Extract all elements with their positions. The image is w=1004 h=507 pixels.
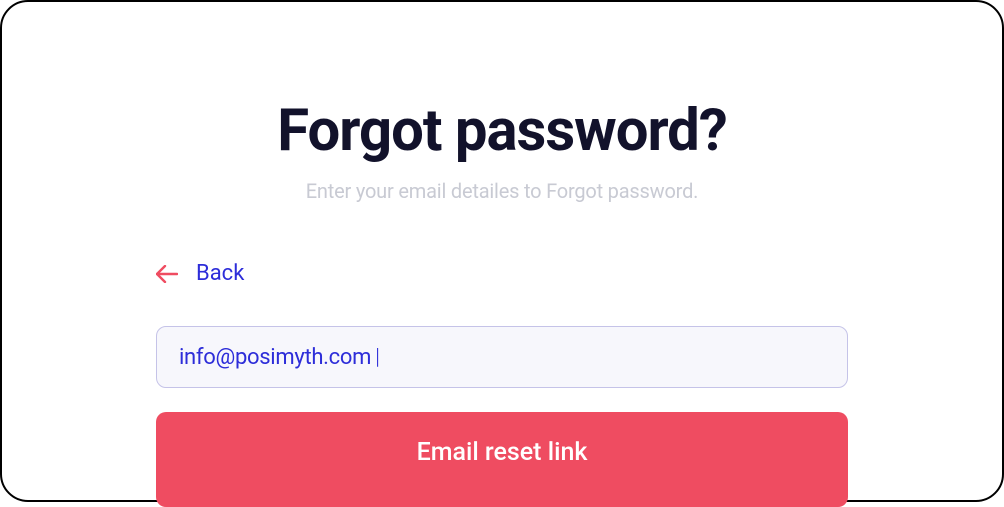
- email-value: info@posimyth.com: [179, 345, 371, 370]
- page-subtitle: Enter your email detailes to Forgot pass…: [2, 179, 1002, 203]
- email-reset-link-button[interactable]: Email reset link: [156, 412, 848, 507]
- page-title: Forgot password?: [2, 97, 1002, 165]
- back-label: Back: [196, 261, 244, 286]
- text-caret: |: [375, 345, 380, 370]
- form-area: Back info@posimyth.com| Email reset link: [156, 261, 848, 507]
- forgot-password-card: Forgot password? Enter your email detail…: [0, 0, 1004, 502]
- arrow-left-icon: [156, 263, 178, 285]
- back-button[interactable]: Back: [156, 261, 848, 286]
- email-field[interactable]: info@posimyth.com|: [156, 326, 848, 388]
